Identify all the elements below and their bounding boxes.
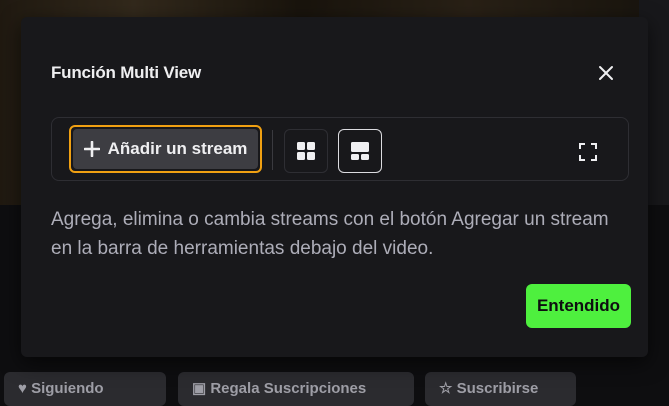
grid-layout-button[interactable] <box>284 129 328 173</box>
add-stream-label: Añadir un stream <box>107 139 248 158</box>
heart-icon: ♥ <box>18 380 32 397</box>
close-icon <box>599 66 613 80</box>
add-stream-button[interactable]: Añadir un stream <box>69 125 262 173</box>
multi-view-dialog: Función Multi View Añadir un stream Agre… <box>21 17 648 357</box>
confirm-button[interactable]: Entendido <box>526 284 631 328</box>
gift-subs-button[interactable]: ▣ Regala Suscripciones <box>178 372 414 406</box>
follow-button[interactable]: ♥ Siguiendo <box>4 372 166 406</box>
close-button[interactable] <box>594 61 618 85</box>
subscribe-button[interactable]: ☆ Suscribirse <box>425 372 576 406</box>
grid-layout-icon <box>297 142 315 160</box>
multi-view-toolbar: Añadir un stream <box>51 117 629 181</box>
toolbar-divider <box>272 130 273 170</box>
dialog-title: Función Multi View <box>51 63 202 82</box>
gift-icon: ▣ <box>192 380 211 397</box>
add-stream-button-body[interactable]: Añadir un stream <box>73 129 258 169</box>
dialog-description: Agrega, elimina o cambia streams con el … <box>51 209 609 259</box>
star-icon: ☆ <box>439 380 457 397</box>
focus-layout-icon <box>351 142 369 160</box>
fullscreen-button[interactable] <box>576 140 600 164</box>
focus-layout-button[interactable] <box>338 129 382 173</box>
plus-icon <box>83 141 100 157</box>
fullscreen-icon <box>579 143 597 161</box>
